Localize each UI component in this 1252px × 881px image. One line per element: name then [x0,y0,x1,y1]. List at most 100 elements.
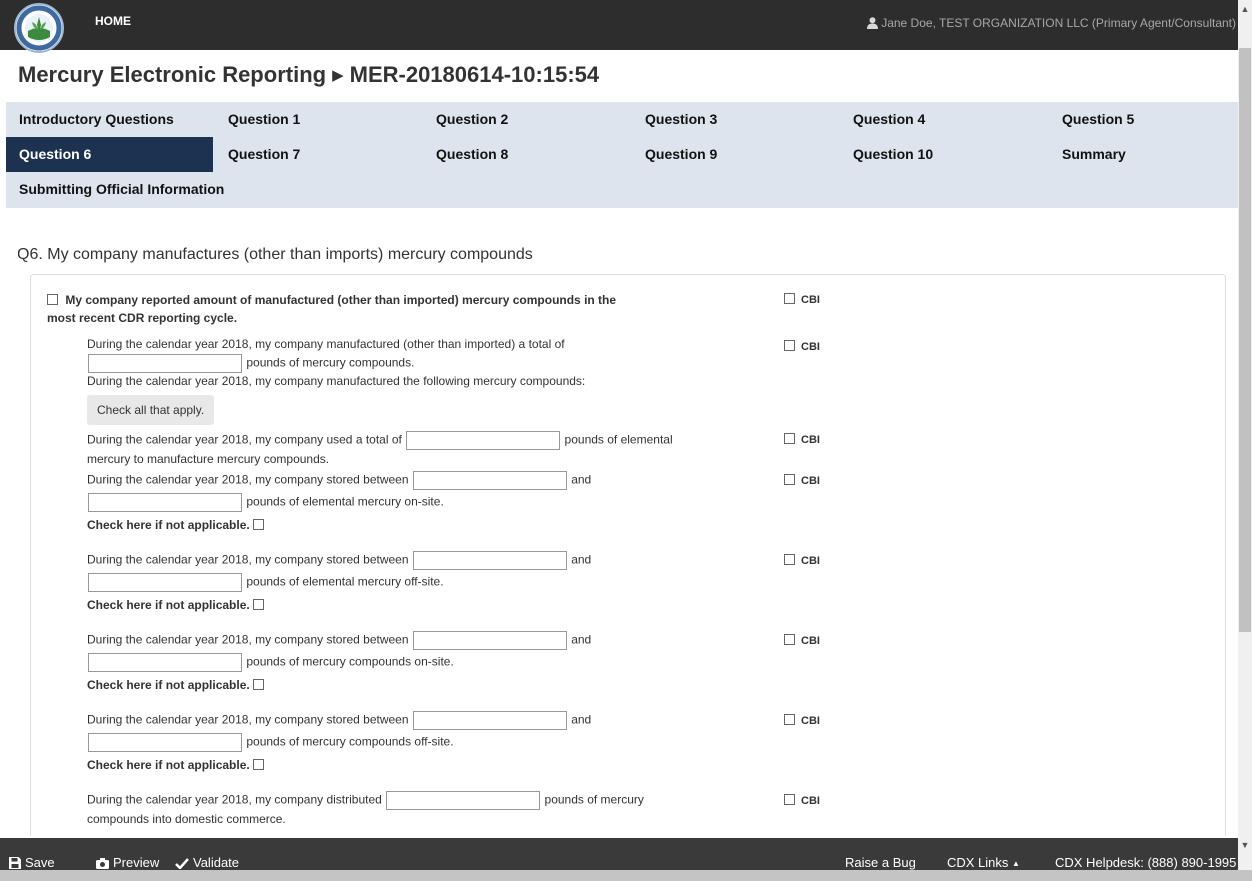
stored-pre: During the calendar year 2018, my compan… [87,712,409,727]
scroll-up-arrow-icon[interactable]: ▲ [1238,2,1252,16]
cbi-checkbox[interactable] [784,474,795,485]
report-id: MER-20180614-10:15:54 [349,62,600,87]
not-applicable-label: Check here if not applicable. [87,678,250,692]
not-applicable-checkbox[interactable] [253,679,265,690]
horizontal-scrollbar[interactable] [0,870,1252,881]
manufactured-total-post: pounds of mercury compounds. [246,355,415,370]
stored-pre: During the calendar year 2018, my compan… [87,552,409,567]
manufactured-following-text: During the calendar year 2018, my compan… [87,374,586,388]
cbi-label: CBI [801,341,820,353]
cbi-main[interactable]: CBI [784,293,820,306]
distributed-pre: During the calendar year 2018, my compan… [87,792,382,807]
tab-question-7[interactable]: Question 7 [215,137,422,172]
stored-elemental-offsite-min-field[interactable] [412,551,567,570]
tab-introductory-questions[interactable]: Introductory Questions [6,102,213,137]
and-label: and [571,472,592,487]
not-applicable-row[interactable]: Check here if not applicable. [87,598,265,613]
tab-question-1[interactable]: Question 1 [215,102,422,137]
camera-icon [96,858,109,869]
main-checkbox-row[interactable]: My company reported amount of manufactur… [47,293,616,308]
cbi-stored-elemental-onsite[interactable]: CBI [784,474,820,487]
cbi-label: CBI [801,475,820,487]
save-button[interactable]: Save [9,855,55,870]
tab-question-5[interactable]: Question 5 [1049,102,1238,137]
breadcrumb-separator-icon: ▶ [332,67,344,84]
stored-compounds-offsite-min-field[interactable] [412,711,567,730]
stored-compounds-offsite-max-field[interactable] [88,733,242,752]
stored-compounds-onsite-min-field[interactable] [412,631,567,650]
tab-question-9[interactable]: Question 9 [632,137,839,172]
distributed-mid: pounds of mercury [544,792,644,807]
tab-question-4[interactable]: Question 4 [840,102,1047,137]
validate-button[interactable]: Validate [175,855,239,870]
not-applicable-checkbox[interactable] [253,519,265,530]
and-label: and [571,552,592,567]
distributed-field[interactable] [386,791,541,810]
cbi-label: CBI [801,294,820,306]
tab-question-10[interactable]: Question 10 [840,137,1047,172]
cbi-checkbox[interactable] [784,433,795,444]
cbi-stored-compounds-offsite[interactable]: CBI [784,714,820,727]
preview-button[interactable]: Preview [96,855,159,870]
tab-question-6[interactable]: Question 6 [6,137,213,172]
cbi-checkbox[interactable] [784,340,795,351]
stored-elemental-onsite-max-field[interactable] [88,493,242,512]
tab-question-2[interactable]: Question 2 [423,102,630,137]
reported-cdr-checkbox[interactable] [47,294,58,305]
stored-compounds-onsite-post: pounds of mercury compounds on-site. [246,654,454,669]
and-label: and [571,712,592,727]
question-panel: My company reported amount of manufactur… [30,274,1226,836]
cbi-used-total[interactable]: CBI [784,433,820,446]
stored-compounds-offsite-row: During the calendar year 2018, my compan… [87,711,591,730]
preview-label: Preview [113,855,160,870]
cbi-stored-compounds-onsite[interactable]: CBI [784,634,820,647]
vertical-scrollbar[interactable]: ▲ ▼ [1238,0,1252,870]
caret-up-icon: ▲ [1012,859,1020,868]
user-icon [867,17,879,29]
cbi-checkbox[interactable] [784,714,795,725]
floppy-disk-icon [9,857,21,869]
scroll-down-arrow-icon[interactable]: ▼ [1238,838,1252,852]
epa-seal-icon[interactable] [14,3,64,53]
tab-submitting-official-information[interactable]: Submitting Official Information [6,172,306,207]
cbi-label: CBI [801,555,820,567]
raise-bug-link[interactable]: Raise a Bug [845,855,916,870]
home-link[interactable]: HOME [95,14,131,28]
cbi-stored-elemental-offsite[interactable]: CBI [784,554,820,567]
stored-pre: During the calendar year 2018, my compan… [87,472,409,487]
cbi-checkbox[interactable] [784,554,795,565]
cbi-distributed[interactable]: CBI [784,794,820,807]
not-applicable-row[interactable]: Check here if not applicable. [87,518,265,533]
cbi-checkbox[interactable] [784,634,795,645]
tab-summary[interactable]: Summary [1049,137,1238,172]
not-applicable-row[interactable]: Check here if not applicable. [87,678,265,693]
stored-elemental-onsite-row: During the calendar year 2018, my compan… [87,471,591,490]
not-applicable-row[interactable]: Check here if not applicable. [87,758,265,773]
used-total-line2: mercury to manufacture mercury compounds… [87,452,330,466]
cbi-checkbox[interactable] [784,794,795,805]
distributed-row: During the calendar year 2018, my compan… [87,791,644,810]
cbi-checkbox[interactable] [784,293,795,304]
tab-question-8[interactable]: Question 8 [423,137,630,172]
stored-elemental-offsite-row: During the calendar year 2018, my compan… [87,551,591,570]
not-applicable-checkbox[interactable] [253,759,265,770]
not-applicable-checkbox[interactable] [253,599,265,610]
and-label: and [571,632,592,647]
user-info[interactable]: Jane Doe, TEST ORGANIZATION LLC (Primary… [867,16,1236,30]
cdx-links-dropdown[interactable]: CDX Links ▲ [947,855,1020,870]
cbi-manufactured-total[interactable]: CBI [784,340,820,353]
used-total-field[interactable] [406,431,561,450]
stored-elemental-offsite-max-field[interactable] [88,573,242,592]
cbi-label: CBI [801,635,820,647]
check-all-that-apply: Check all that apply. [87,395,215,425]
manufactured-total-field[interactable] [88,354,242,373]
scrollbar-thumb[interactable] [1239,48,1251,632]
question-nav: Introductory Questions Question 1 Questi… [6,102,1238,208]
stored-elemental-onsite-min-field[interactable] [412,471,567,490]
tab-question-3[interactable]: Question 3 [632,102,839,137]
user-label: Jane Doe, TEST ORGANIZATION LLC (Primary… [881,16,1236,30]
save-label: Save [25,855,55,870]
stored-compounds-offsite-post: pounds of mercury compounds off-site. [246,734,454,749]
stored-compounds-onsite-max-field[interactable] [88,653,242,672]
stored-elemental-offsite-post: pounds of elemental mercury off-site. [246,574,444,589]
